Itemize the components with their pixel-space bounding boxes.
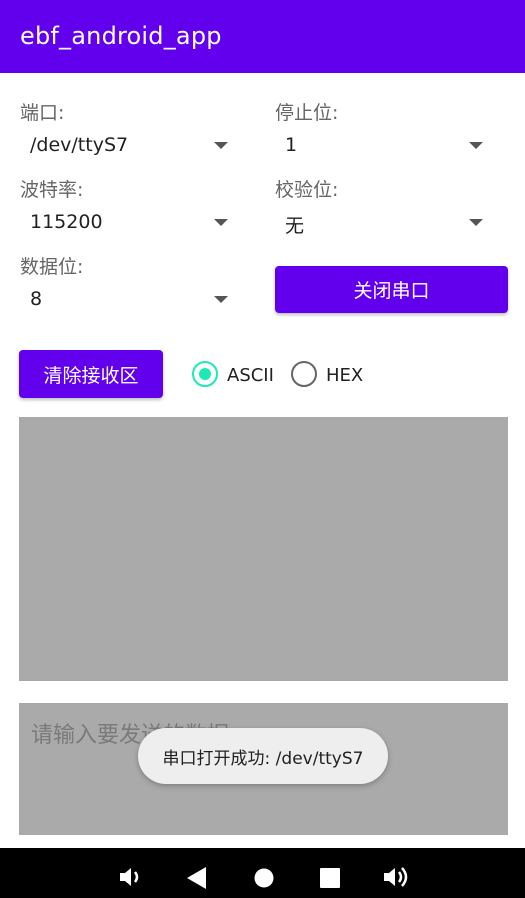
data-bits-value: 8 [30,288,43,310]
data-bits-spinner[interactable]: 8 [20,280,240,320]
stop-bits-spinner[interactable]: 1 [275,126,495,166]
parity-label: 校验位: [275,179,339,201]
volume-down-icon[interactable] [118,865,146,889]
port-spinner[interactable]: /dev/ttyS7 [20,126,240,166]
port-value: /dev/ttyS7 [30,134,129,156]
dropdown-arrow-icon [469,142,483,149]
clear-receive-button[interactable]: 清除接收区 [19,350,163,398]
baud-rate-spinner[interactable]: 115200 [20,203,240,243]
stop-bits-label: 停止位: [275,102,339,124]
app-bar: ebf_android_app [0,0,525,73]
dropdown-arrow-icon [214,219,228,226]
ascii-radio-button[interactable] [192,361,218,387]
data-bits-label: 数据位: [20,256,84,278]
hex-radio-label[interactable]: HEX [326,365,363,386]
hex-radio-button[interactable] [291,361,317,387]
close-port-button[interactable]: 关闭串口 [275,266,508,313]
volume-up-icon[interactable] [382,864,412,890]
dropdown-arrow-icon [214,296,228,303]
receive-text-area[interactable] [19,417,508,681]
baud-rate-value: 115200 [30,211,103,233]
dropdown-arrow-icon [214,142,228,149]
toast-message: 串口打开成功: /dev/ttyS7 [138,728,388,784]
back-icon[interactable] [186,866,208,890]
port-label: 端口: [20,102,65,124]
home-icon[interactable] [253,867,275,889]
baud-rate-label: 波特率: [20,179,84,201]
recents-icon[interactable] [319,867,341,889]
app-title: ebf_android_app [20,22,222,50]
stop-bits-value: 1 [285,134,298,156]
parity-value: 无 [285,215,305,237]
parity-spinner[interactable]: 无 [275,203,495,243]
navigation-bar [0,848,525,898]
dropdown-arrow-icon [469,219,483,226]
ascii-radio-label[interactable]: ASCII [227,365,274,386]
